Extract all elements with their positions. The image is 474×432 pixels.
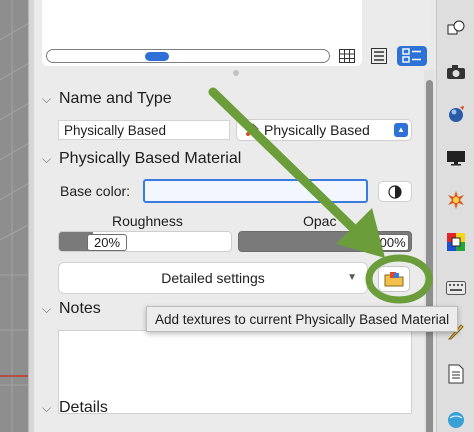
roughness-label: Roughness xyxy=(112,213,183,229)
material-name-field[interactable]: Physically Based xyxy=(58,120,230,140)
notes-header[interactable]: ⌵ Notes xyxy=(42,300,101,318)
globe-icon[interactable] xyxy=(446,408,466,428)
add-textures-button[interactable] xyxy=(378,266,410,292)
grid-view-icon xyxy=(339,49,355,63)
texture-folder-icon xyxy=(384,272,404,287)
name-and-type-title: Name and Type xyxy=(59,90,172,107)
paint-bucket-icon xyxy=(246,123,259,136)
chevron-down-icon: ⌵ xyxy=(42,400,52,415)
display-icon[interactable] xyxy=(446,148,466,168)
viewport-strip[interactable] xyxy=(0,0,34,432)
opacity-value[interactable]: 100% xyxy=(369,234,409,251)
objects-icon[interactable] xyxy=(446,18,466,38)
base-color-label: Base color: xyxy=(60,183,131,199)
add-textures-tooltip: Add textures to current Physically Based… xyxy=(146,306,459,332)
detailed-settings-button[interactable]: Detailed settings ▼ xyxy=(58,262,368,294)
notes-textarea[interactable] xyxy=(58,330,412,414)
material-type-select[interactable]: Physically Based ▲ xyxy=(236,119,412,141)
contrast-icon xyxy=(388,184,402,199)
chevron-down-icon: ⌵ xyxy=(42,301,52,316)
preview-size-slider[interactable] xyxy=(46,49,330,63)
updown-chevron-icon: ▲ xyxy=(394,123,408,137)
notes-title: Notes xyxy=(59,300,101,317)
sun-icon[interactable] xyxy=(446,190,466,210)
detail-view-button[interactable] xyxy=(397,46,427,66)
base-color-options-button[interactable] xyxy=(378,181,412,202)
material-sphere-icon[interactable] xyxy=(446,104,466,124)
roughness-value[interactable]: 20% xyxy=(87,234,127,251)
pbm-section-title: Physically Based Material xyxy=(59,150,242,167)
panel-scrollbar[interactable] xyxy=(424,70,434,432)
pbm-section-header[interactable]: ⌵ Physically Based Material xyxy=(42,150,241,168)
list-view-button[interactable] xyxy=(368,46,390,66)
grid-view-button[interactable] xyxy=(336,46,358,66)
resize-handle[interactable] xyxy=(233,70,239,76)
roughness-slider[interactable]: 20% xyxy=(58,231,232,252)
document-icon[interactable] xyxy=(446,364,466,384)
opacity-label: Opac xyxy=(303,213,337,229)
material-properties-panel: ⌵ Name and Type Physically Based Physica… xyxy=(34,0,430,432)
material-type-value: Physically Based xyxy=(264,122,370,138)
preview-size-slider-knob[interactable] xyxy=(144,52,169,61)
color-swatch-icon[interactable] xyxy=(446,232,466,252)
detail-view-icon xyxy=(402,48,421,63)
camera-icon[interactable] xyxy=(446,62,466,82)
details-title: Details xyxy=(59,399,108,416)
keyboard-icon[interactable] xyxy=(446,278,466,298)
chevron-down-icon: ⌵ xyxy=(42,151,52,166)
scrollbar-thumb[interactable] xyxy=(426,80,433,432)
detailed-settings-label: Detailed settings xyxy=(161,270,265,286)
chevron-down-icon: ▼ xyxy=(347,272,357,283)
list-view-icon xyxy=(371,48,387,64)
base-color-well[interactable] xyxy=(143,179,368,203)
inspector-toolbar xyxy=(436,0,474,432)
chevron-down-icon: ⌵ xyxy=(42,91,52,106)
name-and-type-header[interactable]: ⌵ Name and Type xyxy=(42,90,172,108)
opacity-slider[interactable]: 100% xyxy=(238,231,412,252)
details-header[interactable]: ⌵ Details xyxy=(42,399,108,417)
